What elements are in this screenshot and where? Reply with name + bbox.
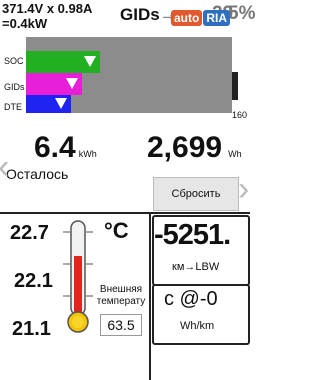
nav-right-arrow-icon[interactable]: › [238,172,249,206]
energy-wh: 2,699 Wh [147,131,242,165]
gids-bar [26,73,82,95]
thermometer-fill [74,256,82,318]
soc-marker-icon [84,56,96,67]
divider [0,212,250,214]
soc-label: SOC [4,56,24,66]
external-temp-label-2: температу [96,296,146,307]
efficiency-value: c @-0 [164,288,218,310]
wh-value: 2,699 [147,131,223,164]
efficiency-unit: Wh/km [180,320,215,332]
thermometer-icon [63,220,93,333]
scale-max-label: 160 [232,110,248,120]
dte-label: DTE [4,102,22,112]
watermark-logo: auto RIA [171,10,231,26]
battery-bars-panel: SOC GIDs DTE 160 [4,36,248,124]
gids-percent: 5% [228,3,256,24]
range-caption: км→LBW [172,261,220,273]
gids-title: GIDs→ [120,5,177,24]
gids-marker-icon [66,78,78,89]
temp-2: 22.1 [14,270,53,292]
external-temp-label-1: Внешняя [99,284,143,295]
efficiency-box: c @-0 Wh/km [152,284,250,345]
gids-label: GIDs [4,82,25,92]
reset-button[interactable]: Сбросить [153,177,239,211]
watermark-ria: RIA [203,10,231,26]
nav-left-arrow-icon[interactable]: ‹ [0,150,9,184]
range-value: -5251. [154,219,231,251]
dte-marker-icon [55,98,67,109]
energy-kwh: 6.4 kWh [34,131,97,165]
voltage-current-readout: 371.4V x 0.98A [2,1,93,16]
power-readout: =0.4kW [2,16,48,31]
battery-terminal [232,72,238,100]
temp-unit: °C [104,218,129,243]
temp-1: 22.7 [10,222,49,244]
external-temp-value: 63.5 [100,314,142,336]
temp-3: 21.1 [12,318,51,340]
kwh-unit: kWh [78,149,97,159]
dte-bar [26,95,71,113]
range-box: -5251. км→LBW [152,215,250,286]
watermark-auto: auto [171,10,203,26]
wh-unit: Wh [228,149,242,159]
kwh-value: 6.4 [34,131,76,164]
remaining-label: Осталось [6,166,69,182]
panel-divider [149,214,151,380]
soc-bar [26,51,100,73]
